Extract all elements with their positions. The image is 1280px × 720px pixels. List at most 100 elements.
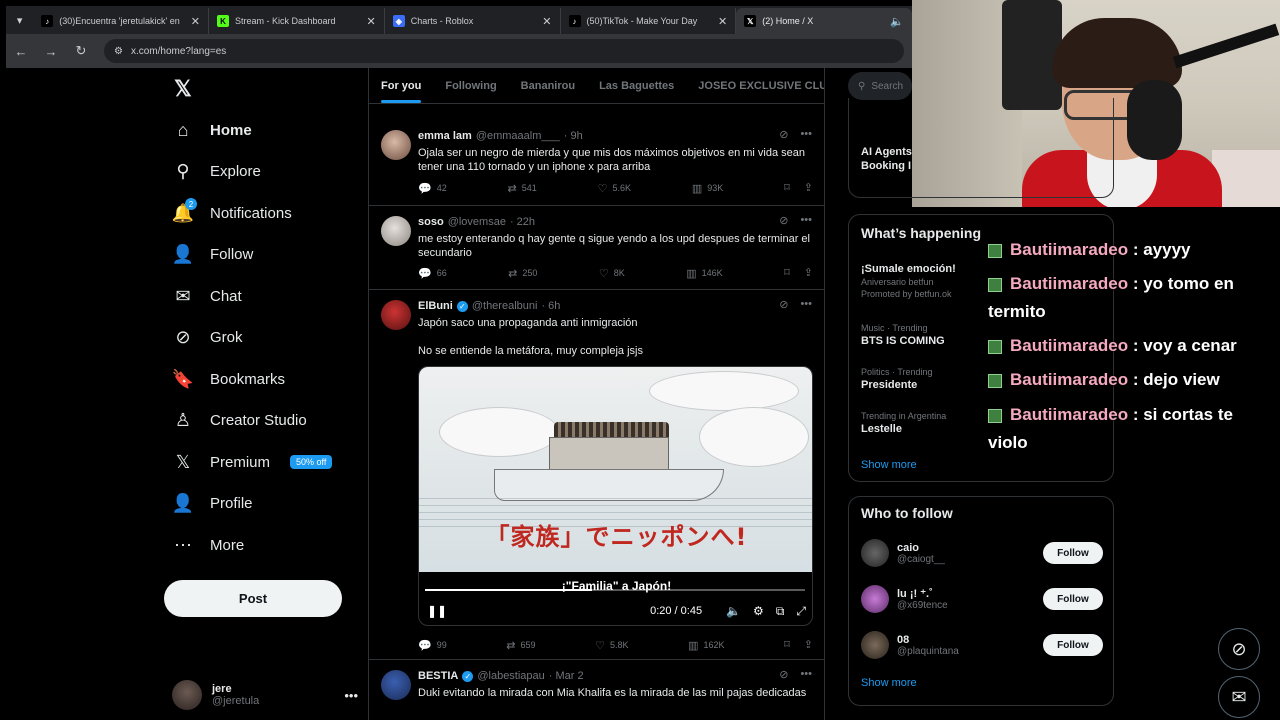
promo-card[interactable]: AI Agents Booking I: [848, 98, 1114, 198]
search-input[interactable]: ⚲ Search: [848, 72, 912, 100]
sidebar-item-premium[interactable]: 𝕏 Premium 50% off: [172, 446, 333, 478]
views-button[interactable]: ▥ 146K: [686, 266, 722, 280]
reload-icon[interactable]: ↻: [74, 43, 88, 59]
reply-button[interactable]: 💬 42: [418, 181, 447, 195]
pause-icon[interactable]: ❚❚: [427, 604, 447, 618]
show-more-link[interactable]: Show more: [861, 459, 917, 471]
tab-bananirou[interactable]: Bananirou: [509, 68, 587, 103]
sidebar-item-creator-studio[interactable]: ♙ Creator Studio: [172, 404, 307, 436]
follow-suggestion[interactable]: 08 @plaquintana Follow: [861, 629, 1103, 661]
sidebar-item-more[interactable]: ⋯ More: [172, 529, 244, 561]
video-player[interactable]: 「家族」でニッポンへ! ¡"Familia" a Japón! ❚❚ 0:20 …: [418, 366, 813, 626]
back-icon[interactable]: ←: [14, 44, 28, 59]
reply-button[interactable]: 💬 66: [418, 266, 447, 280]
tab-las-baguettes[interactable]: Las Baguettes: [587, 68, 686, 103]
like-button[interactable]: ♡ 5.6K: [598, 181, 631, 195]
bookmark-icon[interactable]: ⌑: [784, 266, 790, 280]
browser-tab[interactable]: ◈ Charts - Roblox ✕: [385, 8, 561, 34]
post-button[interactable]: Post: [164, 580, 342, 617]
share-icon[interactable]: ⇪: [804, 266, 813, 280]
views-button[interactable]: ▥ 162K: [688, 638, 724, 652]
forward-icon[interactable]: →: [44, 44, 58, 59]
speaker-icon[interactable]: 🔈: [890, 15, 904, 28]
sidebar-item-follow[interactable]: 👤 Follow: [172, 238, 254, 270]
sidebar-item-explore[interactable]: ⚲ Explore: [172, 155, 260, 187]
follow-button[interactable]: Follow: [1043, 634, 1103, 656]
tab-following[interactable]: Following: [433, 68, 508, 103]
browser-tab[interactable]: K Stream - Kick Dashboard ✕: [209, 8, 385, 34]
avatar[interactable]: [381, 300, 411, 330]
tweet-author-name[interactable]: ElBuni: [418, 300, 453, 312]
fullscreen-icon[interactable]: ⤢: [796, 604, 806, 619]
browser-tab[interactable]: ♪ (50)TikTok - Make Your Day ✕: [561, 8, 737, 34]
tweet-author-name[interactable]: soso: [418, 216, 444, 228]
tweet[interactable]: BESTIA ✓ @labestiapau · Mar 2 ⊘ ••• Duki …: [369, 660, 824, 720]
tweet-author-handle[interactable]: @labestiapau: [477, 670, 544, 682]
browser-tab[interactable]: ♪ (30)Encuentra 'jeretulakick' en ✕: [33, 8, 210, 34]
close-icon[interactable]: ✕: [542, 15, 551, 28]
account-switcher[interactable]: jere @jeretula •••: [172, 678, 358, 712]
follow-button[interactable]: Follow: [1043, 588, 1103, 610]
avatar[interactable]: [381, 216, 411, 246]
tab-joseo-exclusive[interactable]: JOSEO EXCLUSIVE CLU: [686, 68, 824, 103]
follow-button[interactable]: Follow: [1043, 542, 1103, 564]
share-icon[interactable]: ⇪: [804, 638, 813, 652]
more-icon[interactable]: •••: [800, 214, 812, 227]
tweet-author-name[interactable]: BESTIA: [418, 670, 458, 682]
grok-fab-button[interactable]: ⊘: [1218, 628, 1260, 670]
sidebar-item-profile[interactable]: 👤 Profile: [172, 487, 253, 519]
sidebar-item-home[interactable]: ⌂ Home: [172, 114, 252, 146]
avatar[interactable]: [381, 130, 411, 160]
grok-icon[interactable]: ⊘: [779, 214, 788, 227]
sidebar-item-bookmarks[interactable]: 🔖 Bookmarks: [172, 363, 285, 395]
more-icon[interactable]: •••: [800, 298, 812, 311]
more-icon[interactable]: •••: [800, 668, 812, 681]
tweet-author-handle[interactable]: @lovemsae: [448, 216, 506, 228]
settings-icon[interactable]: ⚙: [753, 604, 764, 618]
bookmark-icon[interactable]: ⌑: [784, 638, 790, 652]
repost-button[interactable]: ⇄ 250: [508, 266, 537, 280]
tab-for-you[interactable]: For you: [369, 68, 433, 103]
follow-suggestion[interactable]: lu ¡! ⁺.˚ @x69tence Follow: [861, 583, 1103, 615]
close-icon[interactable]: ✕: [718, 15, 727, 28]
site-info-icon[interactable]: ⚙: [114, 46, 123, 57]
messages-fab-button[interactable]: ✉: [1218, 676, 1260, 718]
bookmark-icon[interactable]: ⌑: [784, 181, 790, 195]
tweet-time[interactable]: · 22h: [510, 216, 535, 228]
show-more-link[interactable]: Show more: [861, 677, 917, 689]
tweet[interactable]: soso @lovemsae · 22h ⊘ ••• me estoy enter…: [369, 206, 824, 290]
sidebar-item-chat[interactable]: ✉ Chat: [172, 280, 241, 312]
grok-icon[interactable]: ⊘: [779, 128, 788, 141]
follow-suggestion[interactable]: caio @caiogt__ Follow: [861, 537, 1103, 569]
more-icon[interactable]: •••: [344, 688, 358, 703]
x-logo-icon[interactable]: 𝕏: [174, 78, 196, 100]
tweet-time[interactable]: · 6h: [541, 300, 560, 312]
url-input[interactable]: ⚙ x.com/home?lang=es: [104, 39, 904, 63]
close-icon[interactable]: ✕: [191, 15, 200, 28]
share-icon[interactable]: ⇪: [804, 181, 813, 195]
picture-in-picture-icon[interactable]: ⧉: [776, 604, 785, 619]
more-icon[interactable]: •••: [800, 128, 812, 141]
sidebar-item-grok[interactable]: ⊘ Grok: [172, 321, 242, 353]
repost-button[interactable]: ⇄ 659: [506, 638, 535, 652]
tweet-time[interactable]: · 9h: [564, 130, 583, 142]
tweet-time[interactable]: · Mar 2: [549, 670, 584, 682]
grok-icon[interactable]: ⊘: [779, 668, 788, 681]
tweet-author-name[interactable]: emma lam: [418, 130, 472, 142]
sidebar-item-notifications[interactable]: 🔔 2 Notifications: [172, 197, 292, 229]
tweet[interactable]: ElBuni ✓ @therealbuni · 6h ⊘ ••• Japón sa…: [369, 290, 824, 660]
reply-button[interactable]: 💬 99: [418, 638, 447, 652]
repost-button[interactable]: ⇄ 541: [508, 181, 537, 195]
volume-icon[interactable]: 🔈: [726, 604, 741, 618]
grok-icon[interactable]: ⊘: [779, 298, 788, 311]
tweet-author-handle[interactable]: @emmaaalm___: [476, 130, 560, 142]
like-button[interactable]: ♡ 8K: [599, 266, 625, 280]
tweet[interactable]: emma lam @emmaaalm___ · 9h ⊘ ••• Ojala se…: [369, 120, 824, 206]
views-button[interactable]: ▥ 93K: [692, 181, 723, 195]
tab-search-icon[interactable]: ▾: [6, 6, 33, 34]
video-progress-bar[interactable]: [425, 589, 805, 591]
tweet-author-handle[interactable]: @therealbuni: [472, 300, 538, 312]
avatar[interactable]: [381, 670, 411, 700]
close-icon[interactable]: ✕: [367, 15, 376, 28]
like-button[interactable]: ♡ 5.8K: [595, 638, 628, 652]
